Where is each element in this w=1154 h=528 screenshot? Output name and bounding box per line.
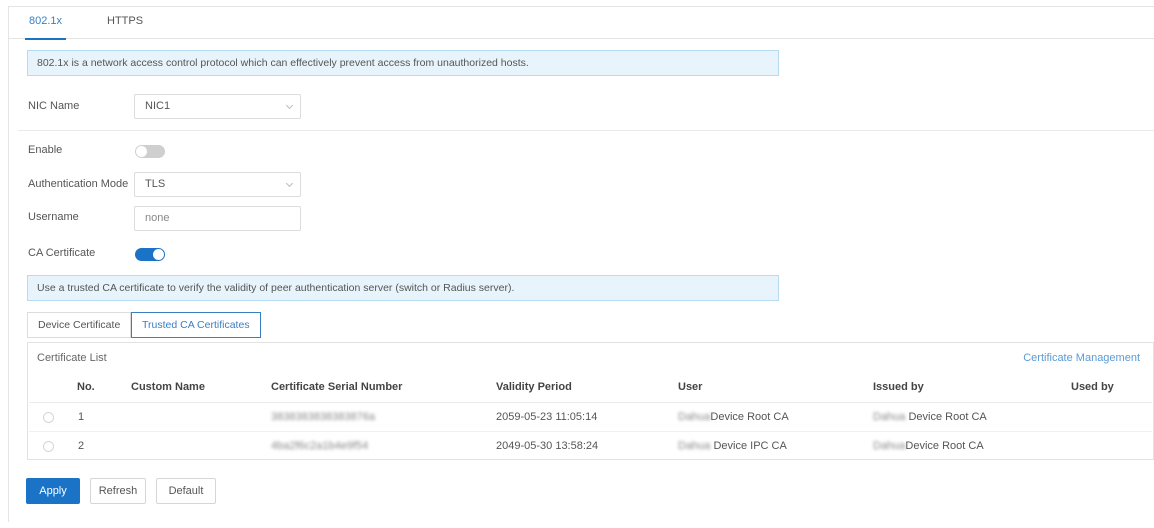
nic-name-label: NIC Name: [28, 100, 80, 112]
cell-user-text: Device Root CA: [710, 411, 789, 423]
row-select-radio[interactable]: [43, 441, 54, 452]
cell-no: 2: [78, 440, 85, 452]
subtab-device-certificate[interactable]: Device Certificate: [27, 312, 132, 338]
certificate-management-link[interactable]: Certificate Management: [1023, 352, 1140, 364]
redacted-issuer-prefix: Dahua: [873, 411, 906, 423]
cell-user-text: Device IPC CA: [710, 440, 787, 452]
col-validity-period: Validity Period: [496, 381, 572, 393]
cell-validity-period: 2049-05-30 13:58:24: [496, 440, 599, 452]
toggle-knob: [153, 249, 164, 260]
username-input[interactable]: none: [134, 206, 301, 231]
certificate-list-panel: Certificate List Certificate Management …: [27, 342, 1154, 460]
subtab-trusted-ca-certificates[interactable]: Trusted CA Certificates: [131, 312, 261, 338]
cell-issued-by: Dahua Device Root CA: [873, 403, 987, 432]
redacted-user-prefix: Dahua: [678, 411, 711, 423]
ca-tip-info-box: Use a trusted CA certificate to verify t…: [27, 275, 779, 301]
tab-https[interactable]: HTTPS: [107, 7, 143, 39]
default-button[interactable]: Default: [156, 478, 216, 504]
table-row[interactable]: 2 4ba2f6c2a1b4e9f54 2049-05-30 13:58:24 …: [29, 432, 1152, 461]
refresh-button[interactable]: Refresh: [90, 478, 146, 504]
col-no: No.: [77, 381, 95, 393]
cell-serial-number: 4ba2f6c2a1b4e9f54: [271, 440, 369, 452]
col-custom-name: Custom Name: [131, 381, 205, 393]
table-header: No. Custom Name Certificate Serial Numbe…: [29, 372, 1152, 403]
nic-name-select[interactable]: NIC1: [134, 94, 301, 119]
cell-issuer-text: Device Root CA: [905, 411, 987, 423]
left-border: [8, 6, 9, 522]
col-serial-number: Certificate Serial Number: [271, 381, 403, 393]
auth-mode-value: TLS: [145, 178, 166, 190]
cell-no: 1: [78, 411, 85, 423]
col-used-by: Used by: [1071, 381, 1114, 393]
chevron-down-icon: [285, 101, 294, 110]
cell-issued-by: DahuaDevice Root CA: [873, 432, 984, 461]
row-select-radio[interactable]: [43, 412, 54, 423]
ca-certificate-toggle[interactable]: [135, 248, 165, 261]
toggle-knob: [136, 146, 147, 157]
enable-label: Enable: [28, 144, 63, 156]
redacted-user-prefix: Dahua: [678, 440, 711, 452]
section-divider: [18, 130, 1154, 131]
col-issued-by: Issued by: [873, 381, 924, 393]
col-user: User: [678, 381, 703, 393]
apply-button[interactable]: Apply: [26, 478, 80, 504]
tab-bar: 802.1x HTTPS: [9, 7, 1154, 40]
enable-toggle[interactable]: [135, 145, 165, 158]
cell-validity-period: 2059-05-23 11:05:14: [496, 411, 598, 423]
auth-mode-select[interactable]: TLS: [134, 172, 301, 197]
intro-info-box: 802.1x is a network access control proto…: [27, 50, 779, 76]
auth-mode-label: Authentication Mode: [28, 178, 129, 190]
certificate-list-title: Certificate List: [37, 352, 107, 364]
nic-name-value: NIC1: [145, 100, 171, 112]
username-label: Username: [28, 211, 79, 223]
tab-802-1x[interactable]: 802.1x: [24, 7, 67, 40]
redacted-issuer-prefix: Dahua: [873, 440, 906, 452]
cell-serial-number: 3838383838383876a: [271, 411, 376, 423]
chevron-down-icon: [285, 179, 294, 188]
table-row[interactable]: 1 3838383838383876a 2059-05-23 11:05:14 …: [29, 403, 1152, 432]
cell-issuer-text: Device Root CA: [905, 440, 984, 452]
cell-user: DahuaDevice Root CA: [678, 403, 789, 432]
ca-certificate-label: CA Certificate: [28, 247, 96, 259]
cell-user: Dahua Device IPC CA: [678, 432, 787, 461]
